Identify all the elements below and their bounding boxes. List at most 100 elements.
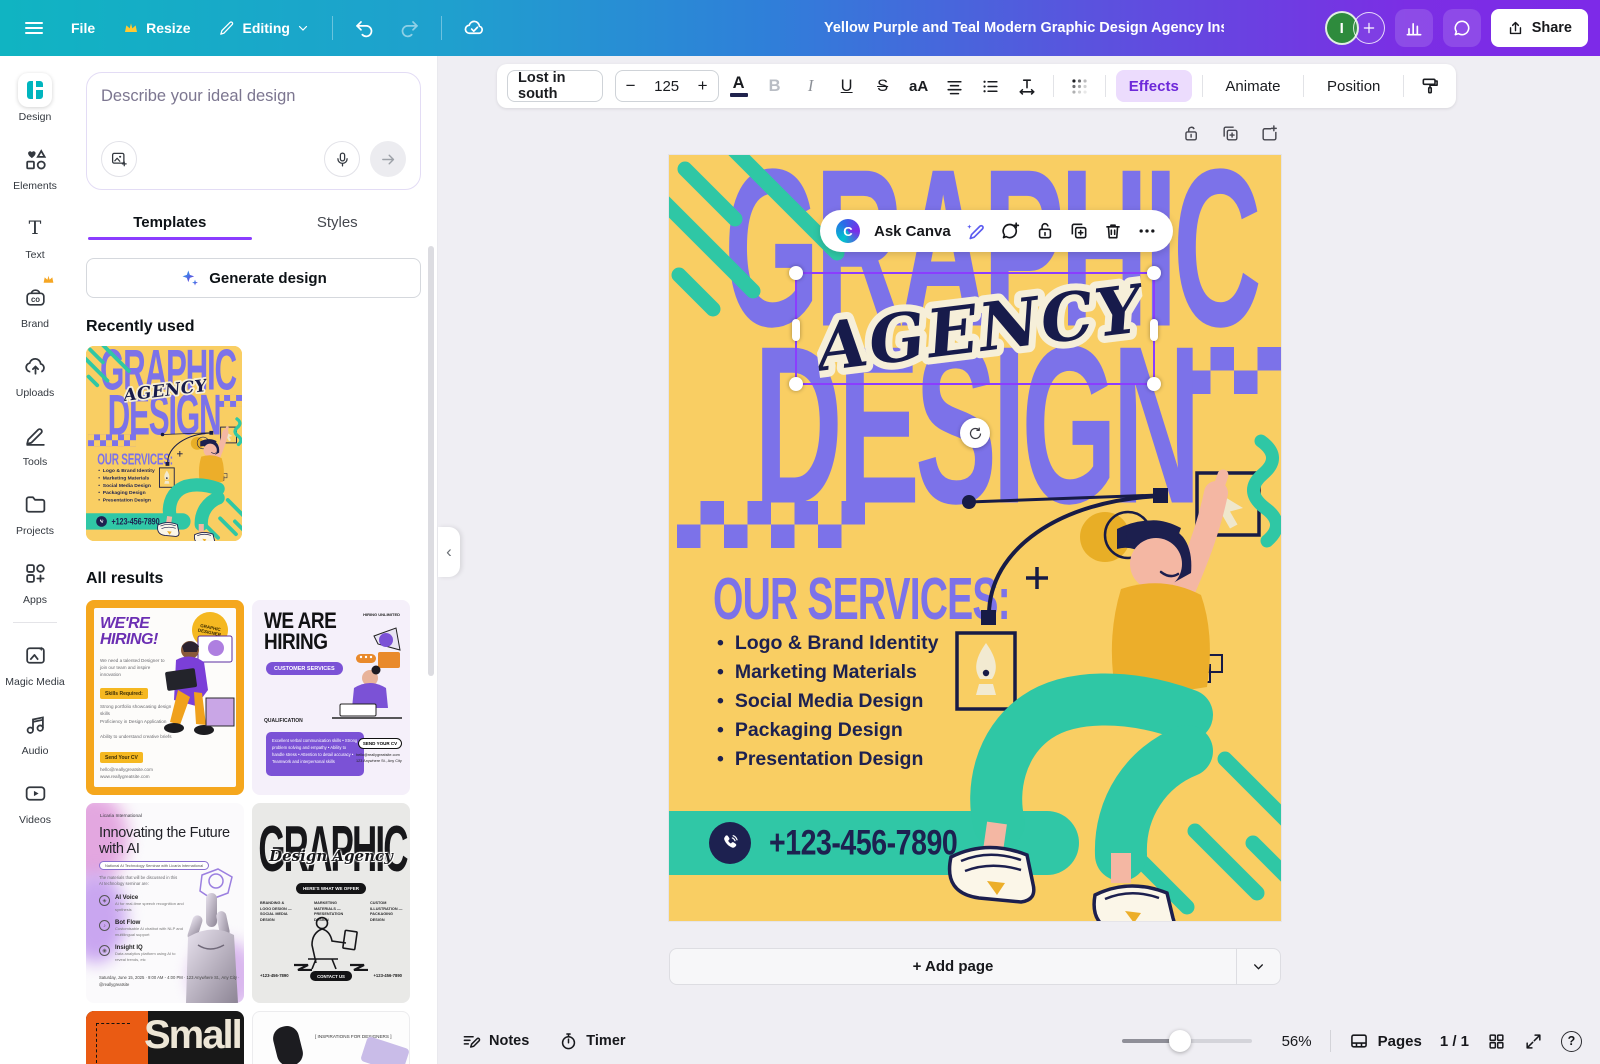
add-image-button[interactable] bbox=[101, 141, 137, 177]
sidebar-item-elements[interactable]: Elements bbox=[3, 133, 67, 202]
poster-page[interactable]: GRAPHIC DESIGN bbox=[669, 155, 1281, 921]
generate-design-button[interactable]: Generate design bbox=[86, 258, 421, 298]
notes-icon bbox=[462, 1032, 481, 1051]
animate-button[interactable]: Animate bbox=[1212, 70, 1293, 102]
add-page-icon-button[interactable] bbox=[1260, 124, 1279, 143]
voice-input-button[interactable] bbox=[324, 141, 360, 177]
template-thumb-hiring-purple[interactable]: WE AREHIRING HIRING UNLIMITED CUSTOMER S… bbox=[252, 600, 410, 795]
add-page-button[interactable]: + Add page bbox=[669, 948, 1281, 985]
selection-handle-nw[interactable] bbox=[789, 266, 803, 280]
position-button[interactable]: Position bbox=[1314, 70, 1393, 102]
toolbar-divider bbox=[1105, 75, 1106, 97]
selection-handle-w[interactable] bbox=[792, 319, 800, 341]
timer-button[interactable]: Timer bbox=[559, 1032, 625, 1051]
share-button[interactable]: Share bbox=[1491, 9, 1588, 47]
delete-element-button[interactable] bbox=[1103, 221, 1123, 241]
sidebar-item-uploads[interactable]: Uploads bbox=[3, 340, 67, 409]
text-case-button[interactable]: aA bbox=[903, 70, 935, 102]
panel-scrollbar[interactable] bbox=[428, 246, 434, 676]
letter-spacing-button[interactable] bbox=[1011, 70, 1043, 102]
bold-button[interactable]: B bbox=[759, 70, 791, 102]
transparency-button[interactable] bbox=[1063, 70, 1095, 102]
italic-button[interactable]: I bbox=[795, 70, 827, 102]
template-thumb-graphic-gray[interactable]: GRAPHIC Design Agency HERE'S WHAT WE OFF… bbox=[252, 803, 410, 1003]
magic-edit-button[interactable] bbox=[965, 221, 986, 242]
pen-tool-icon bbox=[159, 468, 174, 487]
list-button[interactable] bbox=[975, 70, 1007, 102]
editing-mode-menu[interactable]: Editing bbox=[207, 12, 319, 45]
sidebar-divider bbox=[13, 622, 57, 623]
ask-canva-label[interactable]: Ask Canva bbox=[874, 223, 951, 240]
selection-handle-ne[interactable] bbox=[1147, 266, 1161, 280]
grid-view-button[interactable] bbox=[1487, 1032, 1506, 1051]
rotate-handle[interactable] bbox=[960, 418, 990, 448]
template-thumb-inspirations[interactable]: [ INSPIRATIONS FOR DESIGNERS ] bbox=[252, 1011, 410, 1064]
submit-prompt-button[interactable] bbox=[370, 141, 406, 177]
main-menu-button[interactable] bbox=[14, 9, 54, 47]
sidebar-item-brand[interactable]: co Brand bbox=[3, 271, 67, 340]
videos-icon bbox=[23, 781, 48, 806]
strikethrough-button[interactable]: S bbox=[867, 70, 899, 102]
font-size-value[interactable]: 125 bbox=[646, 78, 688, 95]
sidebar-item-projects[interactable]: Projects bbox=[3, 478, 67, 547]
cloud-save-status[interactable] bbox=[454, 9, 495, 48]
sidebar-item-text[interactable]: T Text bbox=[3, 202, 67, 271]
sidebar-item-design[interactable]: Design bbox=[3, 64, 67, 133]
add-member-button[interactable] bbox=[1353, 12, 1385, 44]
selection-box[interactable] bbox=[795, 272, 1155, 385]
tab-templates[interactable]: Templates bbox=[86, 205, 254, 240]
font-size-increase-button[interactable]: + bbox=[688, 76, 718, 96]
sidebar-item-videos[interactable]: Videos bbox=[3, 767, 67, 836]
transparency-icon bbox=[1070, 77, 1089, 96]
sidebar-item-audio[interactable]: Audio bbox=[3, 698, 67, 767]
fullscreen-button[interactable] bbox=[1524, 1032, 1543, 1051]
duplicate-page-button[interactable] bbox=[1221, 124, 1240, 143]
selection-handle-e[interactable] bbox=[1150, 319, 1158, 341]
file-menu[interactable]: File bbox=[60, 12, 106, 44]
add-page-dropdown[interactable] bbox=[1236, 949, 1280, 984]
notes-button[interactable]: Notes bbox=[462, 1032, 529, 1051]
panel-collapse-button[interactable]: ‹ bbox=[438, 527, 460, 577]
template-thumb-small[interactable]: Small bbox=[86, 1011, 244, 1064]
effects-button[interactable]: Effects bbox=[1116, 70, 1192, 102]
template-thumb-ai-seminar[interactable]: Licaria International Innovating the Fut… bbox=[86, 803, 244, 1003]
comments-button[interactable] bbox=[1443, 9, 1481, 47]
selection-handle-sw[interactable] bbox=[789, 377, 803, 391]
copy-style-button[interactable] bbox=[1414, 70, 1446, 102]
zoom-percent[interactable]: 56% bbox=[1270, 1033, 1312, 1050]
sidebar-item-tools[interactable]: Tools bbox=[3, 409, 67, 478]
document-title[interactable]: Yellow Purple and Teal Modern Graphic De… bbox=[824, 0, 1224, 56]
insights-button[interactable] bbox=[1395, 9, 1433, 47]
comment-add-button[interactable] bbox=[1000, 221, 1021, 242]
topbar-divider bbox=[441, 16, 442, 40]
alignment-button[interactable] bbox=[939, 70, 971, 102]
question-icon: ? bbox=[1568, 1034, 1576, 1048]
selection-handle-se[interactable] bbox=[1147, 377, 1161, 391]
font-size-decrease-button[interactable]: − bbox=[616, 76, 646, 96]
generate-label: Generate design bbox=[209, 270, 327, 287]
template-thumb-recent[interactable]: GRAPHIC DESIGN bbox=[86, 346, 242, 541]
crown-icon bbox=[123, 20, 139, 36]
text-color-button[interactable]: A bbox=[723, 70, 755, 102]
resize-menu[interactable]: Resize bbox=[112, 12, 201, 44]
sidebar-item-apps[interactable]: Apps bbox=[3, 547, 67, 616]
template-thumb-hiring-yellow[interactable]: WE'REHIRING! GRAPHIC DESIGNER We need a … bbox=[86, 600, 244, 795]
undo-button[interactable] bbox=[345, 10, 384, 47]
pages-button[interactable]: Pages bbox=[1349, 1031, 1422, 1051]
font-family-selector[interactable]: Lost in south bbox=[507, 70, 603, 102]
help-button[interactable]: ? bbox=[1561, 1031, 1582, 1052]
prompt-input[interactable] bbox=[101, 87, 406, 133]
trash-icon bbox=[1103, 221, 1123, 241]
lock-element-button[interactable] bbox=[1035, 221, 1055, 241]
sidebar-item-magic-media[interactable]: Magic Media bbox=[3, 629, 67, 698]
underline-button[interactable]: U bbox=[831, 70, 863, 102]
zoom-slider-thumb[interactable] bbox=[1169, 1030, 1191, 1052]
lock-page-button[interactable] bbox=[1182, 124, 1201, 143]
duplicate-element-button[interactable] bbox=[1069, 221, 1089, 241]
tab-styles[interactable]: Styles bbox=[254, 205, 422, 240]
sidebar-label: Magic Media bbox=[5, 676, 65, 688]
redo-button[interactable] bbox=[390, 10, 429, 47]
poster-page[interactable]: GRAPHIC DESIGN bbox=[86, 346, 242, 541]
zoom-slider[interactable] bbox=[1122, 1039, 1252, 1043]
more-options-button[interactable] bbox=[1137, 221, 1157, 241]
